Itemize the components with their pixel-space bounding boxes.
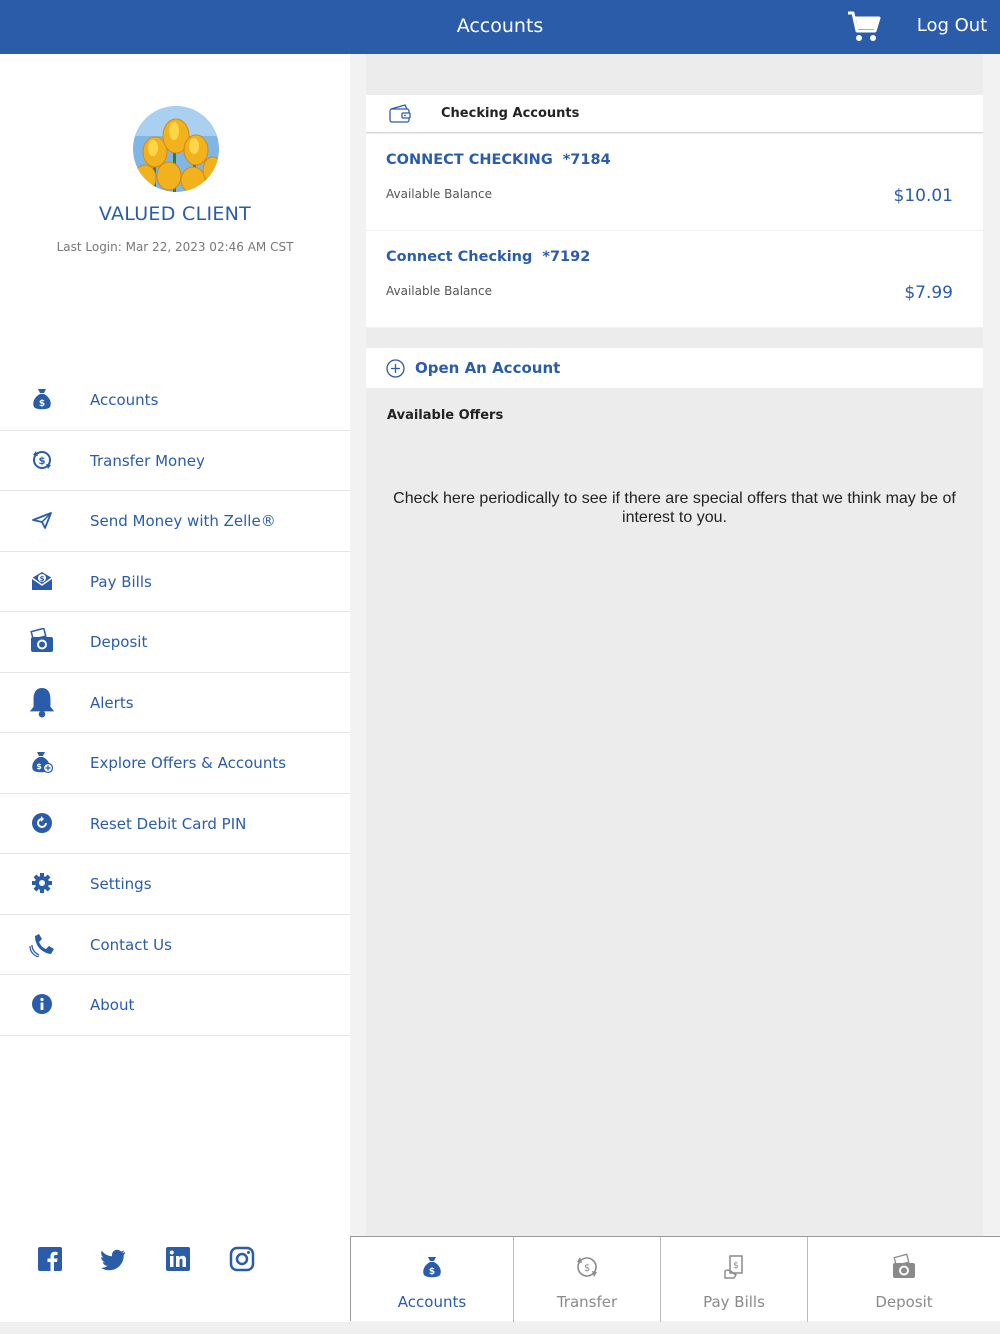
avatar[interactable] xyxy=(133,106,219,192)
checking-accounts-header: Checking Accounts xyxy=(366,95,983,133)
sidebar-item-transfer-money[interactable]: $ Transfer Money xyxy=(0,431,350,491)
last-login-text: Last Login: Mar 22, 2023 02:46 AM CST xyxy=(56,240,294,254)
svg-text:$: $ xyxy=(36,762,42,771)
sidebar-item-label: Settings xyxy=(90,875,152,893)
transfer-icon: $ xyxy=(577,1257,597,1277)
open-account-label: Open An Account xyxy=(415,359,561,377)
sidebar-item-about[interactable]: About xyxy=(0,975,350,1036)
info-icon xyxy=(27,989,57,1019)
main-content: Checking Accounts CONNECT CHECKING *7184 … xyxy=(366,54,983,1236)
tab-label: Transfer xyxy=(556,1293,618,1311)
sidebar-item-reset-pin[interactable]: Reset Debit Card PIN xyxy=(0,794,350,854)
shopping-cart-icon[interactable] xyxy=(846,10,882,44)
sidebar-item-send-money-zelle[interactable]: Send Money with Zelle® xyxy=(0,491,350,552)
tab-deposit[interactable]: Deposit xyxy=(808,1237,1000,1322)
tab-transfer[interactable]: $ Transfer xyxy=(514,1237,661,1322)
twitter-icon[interactable] xyxy=(101,1246,127,1272)
gear-icon xyxy=(27,868,57,898)
tab-accounts[interactable]: $ Accounts xyxy=(351,1237,514,1322)
svg-text:$: $ xyxy=(584,1263,590,1274)
open-account-button[interactable]: Open An Account xyxy=(366,348,983,388)
balance-label: Available Balance xyxy=(386,284,492,298)
plus-circle-icon xyxy=(386,359,405,378)
svg-text:$: $ xyxy=(39,456,46,467)
account-row[interactable]: Connect Checking *7192 Available Balance … xyxy=(366,231,983,328)
camera-check-icon xyxy=(893,1253,915,1278)
money-bag-icon: $ xyxy=(423,1257,441,1278)
reset-icon xyxy=(27,808,57,838)
sidebar-item-label: Transfer Money xyxy=(90,451,205,470)
transfer-icon: $ xyxy=(27,445,57,475)
instagram-icon[interactable] xyxy=(229,1246,255,1272)
sidebar-item-label: About xyxy=(90,996,135,1014)
client-name: VALUED CLIENT xyxy=(98,203,252,225)
bottom-strip xyxy=(0,1322,1000,1334)
sidebar-item-deposit[interactable]: Deposit xyxy=(0,612,350,673)
money-bag-icon: $ xyxy=(27,384,57,414)
account-row[interactable]: CONNECT CHECKING *7184 Available Balance … xyxy=(366,134,983,231)
linkedin-icon[interactable] xyxy=(165,1246,191,1272)
svg-text:$: $ xyxy=(733,1261,739,1271)
sidebar-item-label: Reset Debit Card PIN xyxy=(90,814,247,833)
sidebar-menu: $ Accounts $ Transfer Money Send Money w… xyxy=(0,370,350,1036)
account-number: *7192 xyxy=(542,249,591,265)
sidebar: VALUED CLIENT Last Login: Mar 22, 2023 0… xyxy=(0,54,350,1322)
sidebar-item-pay-bills[interactable]: $ Pay Bills xyxy=(0,552,350,612)
envelope-dollar-icon: $ xyxy=(27,566,57,596)
tab-label: Deposit xyxy=(875,1293,933,1311)
sidebar-item-explore-offers[interactable]: $ Explore Offers & Accounts xyxy=(0,733,350,794)
facebook-icon[interactable] xyxy=(37,1246,63,1272)
bottom-tab-bar: $ Accounts $ Transfer $ Pay Bills Deposi… xyxy=(350,1236,1000,1322)
svg-text:$: $ xyxy=(40,575,45,583)
account-balance: $10.01 xyxy=(893,186,953,206)
bell-icon xyxy=(27,687,57,717)
account-number: *7184 xyxy=(562,152,611,168)
wallet-icon xyxy=(389,104,411,123)
balance-label: Available Balance xyxy=(386,187,492,201)
account-balance: $7.99 xyxy=(904,283,953,303)
sidebar-item-settings[interactable]: Settings xyxy=(0,854,350,915)
sidebar-item-label: Accounts xyxy=(90,391,159,409)
svg-text:$: $ xyxy=(39,399,45,409)
social-links xyxy=(0,1246,350,1282)
tab-pay-bills[interactable]: $ Pay Bills xyxy=(661,1237,808,1322)
tab-label: Accounts xyxy=(397,1293,467,1311)
section-title: Checking Accounts xyxy=(441,106,580,121)
offers-message: Check here periodically to see if there … xyxy=(393,490,956,526)
sidebar-item-contact-us[interactable]: Contact Us xyxy=(0,915,350,975)
sidebar-item-label: Pay Bills xyxy=(90,572,152,591)
sidebar-item-label: Alerts xyxy=(90,693,134,712)
account-name: CONNECT CHECKING xyxy=(386,152,553,168)
svg-text:$: $ xyxy=(429,1267,435,1277)
account-name-line: CONNECT CHECKING *7184 xyxy=(386,152,611,168)
paper-plane-icon xyxy=(27,505,57,535)
money-bag-plus-icon: $ xyxy=(27,747,57,777)
offers-title: Available Offers xyxy=(387,408,504,423)
sidebar-item-alerts[interactable]: Alerts xyxy=(0,673,350,733)
bill-icon: $ xyxy=(724,1255,743,1279)
logout-button[interactable]: Log Out xyxy=(908,0,996,54)
top-bar: Accounts Log Out xyxy=(0,0,1000,54)
account-name: Connect Checking xyxy=(386,249,533,265)
sidebar-item-label: Contact Us xyxy=(90,935,172,954)
account-name-line: Connect Checking *7192 xyxy=(386,249,590,265)
phone-icon xyxy=(27,929,57,959)
camera-check-icon xyxy=(27,626,57,656)
sidebar-item-label: Explore Offers & Accounts xyxy=(90,754,287,772)
tab-label: Pay Bills xyxy=(703,1293,765,1311)
sidebar-item-accounts[interactable]: $ Accounts xyxy=(0,370,350,431)
sidebar-item-label: Send Money with Zelle® xyxy=(90,512,276,530)
sidebar-item-label: Deposit xyxy=(90,633,148,651)
